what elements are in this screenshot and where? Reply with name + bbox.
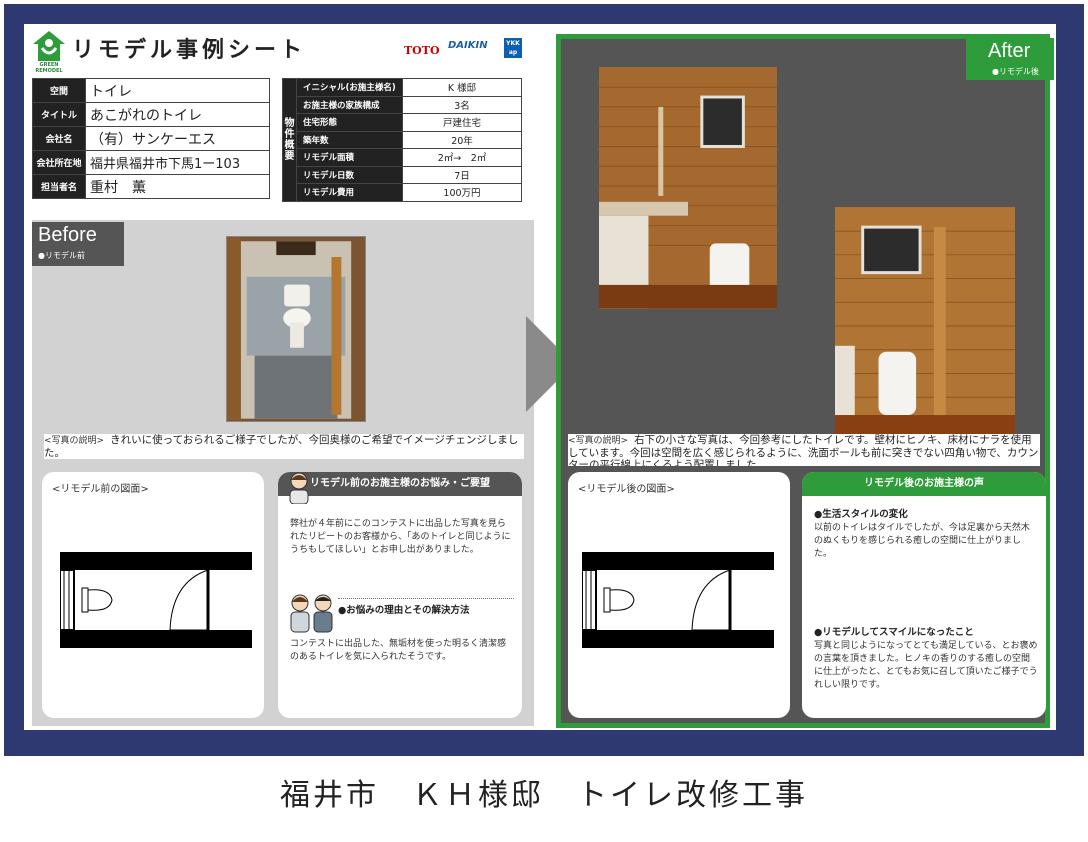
prop-value: 3名 xyxy=(402,95,522,114)
after-plan-heading: <リモデル後の図面> xyxy=(578,484,675,495)
prop-label: リモデル面積 xyxy=(296,148,403,167)
prop-row: リモデル費用 100万円 xyxy=(283,183,522,202)
before-voice-heading: リモデル前のお施主様のお悩み・ご要望 xyxy=(278,472,522,496)
prop-value: 戸建住宅 xyxy=(402,113,522,132)
before-badge: Before ●リモデル前 xyxy=(32,222,124,266)
worried-person-icon xyxy=(289,472,309,504)
prop-label: 住宅形態 xyxy=(296,113,403,132)
after-badge: After ●リモデル後 xyxy=(966,38,1054,80)
before-floor-plan-icon xyxy=(60,552,252,648)
after-caption-text: 右下の小さな写真は、今回参考にしたトイレです。壁材にヒノキ、床材にナラを使用して… xyxy=(568,434,1039,466)
prop-value: 2㎡→ 2㎡ xyxy=(402,148,522,167)
prop-row: リモデル日数 7日 xyxy=(283,165,522,184)
smile-heading: ●リモデルしてスマイルになったこと xyxy=(814,627,974,638)
sheet-title: リモデル事例シート xyxy=(72,38,307,63)
prop-value: 20年 xyxy=(402,130,522,149)
before-caption-label: <写真の説明> xyxy=(44,436,105,446)
prop-label: 築年数 xyxy=(296,130,403,149)
brand-daikin: DAIKIN xyxy=(448,40,488,51)
prop-row: 築年数 20年 xyxy=(283,130,522,149)
after-caption-label: <写真の説明> xyxy=(568,436,629,446)
green-remodel-logo-icon xyxy=(33,31,65,61)
logo-text: GREEN REMODEL xyxy=(35,62,63,74)
prop-row: お施主様の家族構成 3名 xyxy=(283,95,522,114)
after-voice-heading: リモデル後のお施主様の声 xyxy=(802,472,1046,496)
prop-value: 7日 xyxy=(402,165,522,184)
after-voice-card: リモデル後のお施主様の声 ●生活スタイルの変化 以前のトイレはタイルでしたが、今… xyxy=(802,472,1046,718)
after-badge-sub: ●リモデル後 xyxy=(992,67,1039,76)
info-label: 会社所在地 xyxy=(32,150,86,175)
info-value: （有）サンケーエス xyxy=(85,126,270,151)
change-heading-text: ●生活スタイルの変化 xyxy=(814,509,908,520)
prop-label: イニシャル(お施主様名) xyxy=(296,78,403,97)
info-value: あこがれのトイレ xyxy=(85,102,270,127)
after-floor-plan-icon xyxy=(582,552,774,648)
after-photo-caption: <写真の説明> 右下の小さな写真は、今回参考にしたトイレです。壁材にヒノキ、床材に… xyxy=(568,434,1040,466)
info-row: 担当者名 重村 薫 xyxy=(32,174,270,199)
property-table: 物件概要 イニシャル(お施主様名) K 様邸 お施主様の家族構成 3名 住宅形態 戸建… xyxy=(282,78,522,202)
property-side-label: 物件概要 xyxy=(282,78,297,202)
info-label: 会社名 xyxy=(32,126,86,151)
brand-ykk: YKK ap xyxy=(504,38,522,58)
after-plan-card: <リモデル後の図面> xyxy=(568,472,790,718)
info-row: 会社所在地 福井県福井市下馬1ー103 xyxy=(32,150,270,175)
remodel-sheet: GREEN REMODEL リモデル事例シート TOTO DAIKIN YKK … xyxy=(24,24,1056,730)
reason-divider xyxy=(338,598,514,599)
info-value: トイレ xyxy=(85,78,270,103)
prop-label: お施主様の家族構成 xyxy=(296,95,403,114)
staff-couple-icon xyxy=(290,594,333,633)
change-heading: ●生活スタイルの変化 xyxy=(814,506,908,520)
prop-value: K 様邸 xyxy=(402,78,522,97)
info-row: タイトル あこがれのトイレ xyxy=(32,102,270,127)
prop-label: リモデル日数 xyxy=(296,165,403,184)
change-text: 以前のトイレはタイルでしたが、今は足裏から天然木のぬくもりを感じられる癒しの空間… xyxy=(814,523,1030,559)
before-toilet-photo xyxy=(226,236,366,422)
before-photo-caption: <写真の説明> きれいに使っておられるご様子でしたが、今回奥様のご希望でイメージチ… xyxy=(44,434,524,459)
before-badge-sub: ●リモデル前 xyxy=(38,251,85,260)
after-toilet-photo-reference xyxy=(834,206,1016,450)
info-label: タイトル xyxy=(32,102,86,127)
prop-row: リモデル面積 2㎡→ 2㎡ xyxy=(283,148,522,167)
info-table: 空間 トイレ タイトル あこがれのトイレ 会社名 （有）サンケーエス 会社所在地 福井県… xyxy=(32,78,270,199)
before-voice-text: 弊社が４年前にこのコンテストに出品した写真を見られたリピートのお客様から、「あの… xyxy=(290,519,511,555)
info-value: 重村 薫 xyxy=(85,174,270,199)
prop-row: 住宅形態 戸建住宅 xyxy=(283,113,522,132)
footer-caption: 福井市 ＫＨ様邸 トイレ改修工事 xyxy=(280,778,808,813)
info-row: 会社名 （有）サンケーエス xyxy=(32,126,270,151)
prop-row: 物件概要 イニシャル(お施主様名) K 様邸 xyxy=(282,78,522,202)
info-label: 担当者名 xyxy=(32,174,86,199)
reason-text: コンテストに出品した、無垢材を使った明るく清潔感のあるトイレを気に入られたそうで… xyxy=(290,639,507,662)
before-caption-text: きれいに使っておられるご様子でしたが、今回奥様のご希望でイメージチェンジしました… xyxy=(44,434,519,459)
before-voice-card: リモデル前のお施主様のお悩み・ご要望 弊社が４年前にこのコンテストに出品した写真… xyxy=(278,472,522,718)
before-plan-heading: <リモデル前の図面> xyxy=(52,484,149,495)
after-toilet-photo-main xyxy=(598,66,778,310)
prop-value: 100万円 xyxy=(402,183,522,202)
info-value: 福井県福井市下馬1ー103 xyxy=(85,150,270,175)
after-badge-label: After xyxy=(988,40,1031,62)
brand-toto: TOTO xyxy=(404,44,440,57)
reason-heading: ●お悩みの理由とその解決方法 xyxy=(338,605,470,616)
prop-label: リモデル費用 xyxy=(296,183,403,202)
before-plan-card: <リモデル前の図面> xyxy=(42,472,264,718)
info-label: 空間 xyxy=(32,78,86,103)
info-row: 空間 トイレ xyxy=(32,78,270,103)
before-badge-label: Before xyxy=(38,224,97,246)
smile-text: 写真と同じようになってとても満足している、とお褒めの言葉を頂きました。ヒノキの香… xyxy=(814,641,1038,690)
